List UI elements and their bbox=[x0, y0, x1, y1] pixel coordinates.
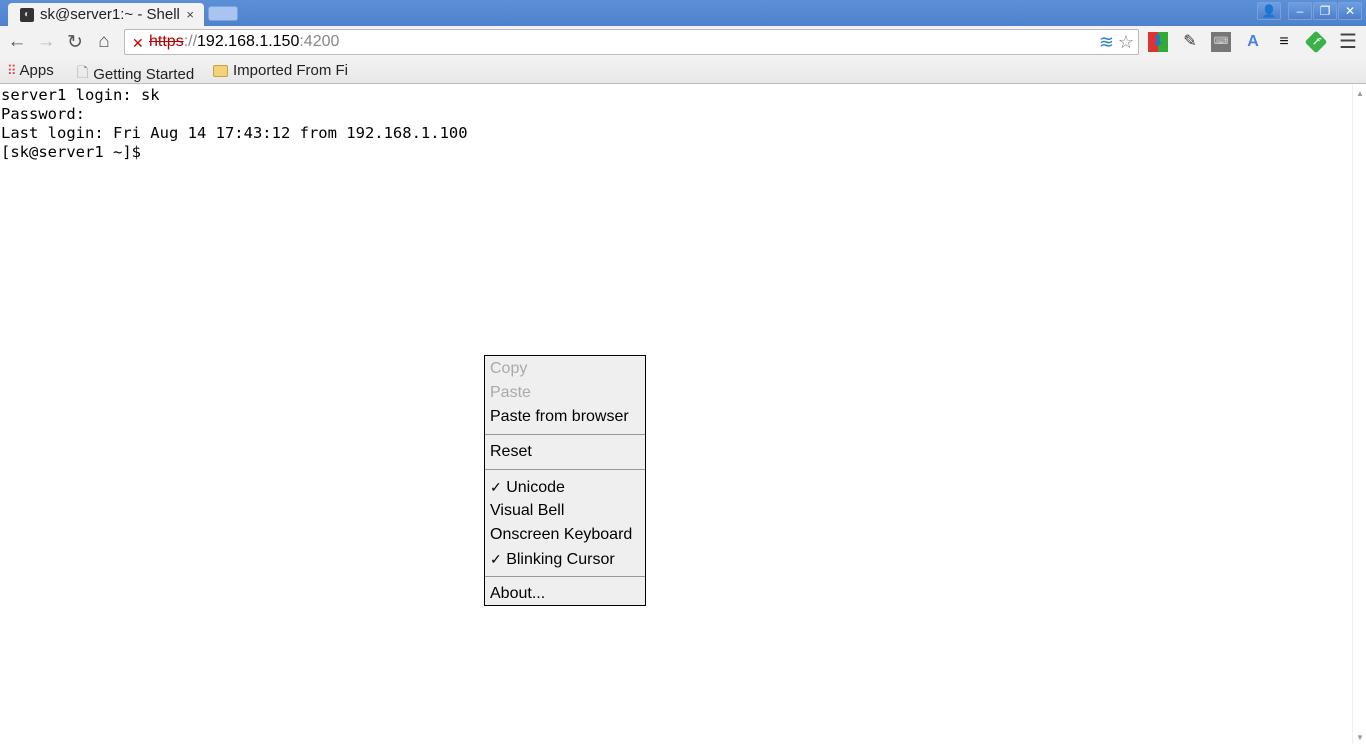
terminal-line: server1 login: sk bbox=[1, 86, 160, 104]
menu-item-visual-bell[interactable]: Visual Bell bbox=[485, 499, 645, 523]
bookmark-label: Imported From Fi bbox=[233, 62, 349, 79]
menu-item-label: Unicode bbox=[506, 479, 565, 496]
keyboard-extension-icon[interactable]: ⌨ bbox=[1211, 32, 1231, 52]
apps-grid-icon: ⠿ bbox=[7, 62, 16, 78]
tab-close-icon[interactable]: × bbox=[186, 7, 194, 22]
minimize-button[interactable]: – bbox=[1288, 2, 1312, 20]
home-button[interactable]: ⌂ bbox=[93, 31, 115, 53]
buffer-layers-icon[interactable]: ≡ bbox=[1274, 32, 1294, 52]
tab-title: sk@server1:~ - Shell bbox=[40, 6, 180, 23]
page-icon: 🗋 bbox=[77, 64, 89, 80]
new-tab-button[interactable] bbox=[208, 6, 238, 21]
terminal-prompt: [sk@server1 ~]$ bbox=[1, 143, 141, 161]
url-separator: :// bbox=[183, 33, 198, 50]
menu-separator bbox=[485, 469, 645, 470]
menu-item-onscreen-keyboard[interactable]: Onscreen Keyboard bbox=[485, 523, 645, 547]
menu-hamburger-icon[interactable]: ☰ bbox=[1338, 32, 1358, 52]
bookmarks-bar: ⠿ Apps 🗋 Getting Started Imported From F… bbox=[0, 58, 1366, 84]
url-scheme: https bbox=[149, 33, 184, 50]
menu-item-label: Blinking Cursor bbox=[506, 551, 615, 568]
scroll-down-icon[interactable]: ▼ bbox=[1356, 733, 1364, 742]
bookmark-label: Getting Started bbox=[93, 65, 195, 83]
checkmark-icon: ✓ bbox=[490, 479, 502, 495]
scroll-up-icon[interactable]: ▲ bbox=[1356, 89, 1364, 98]
terminal-line: Last login: Fri Aug 14 17:43:12 from 192… bbox=[1, 124, 468, 142]
bookmark-imported-folder[interactable]: Imported From Fi bbox=[213, 62, 348, 79]
scrollbar[interactable]: ▲ ▼ bbox=[1352, 85, 1366, 744]
context-menu: Copy Paste Paste from browser Reset ✓ Un… bbox=[484, 355, 646, 606]
download-extension-icon[interactable]: ⬇ bbox=[1148, 32, 1168, 52]
feedly-icon[interactable]: f bbox=[1304, 30, 1328, 54]
address-bar[interactable]: ✕ https://192.168.1.150:4200 ≋ ☆ bbox=[124, 29, 1139, 55]
bookmark-star-icon[interactable]: ☆ bbox=[1118, 30, 1134, 54]
close-window-button[interactable]: ✕ bbox=[1338, 2, 1362, 20]
terminal-output[interactable]: server1 login: sk Password: Last login: Fr… bbox=[1, 86, 468, 162]
menu-separator bbox=[485, 434, 645, 435]
menu-item-paste-from-browser[interactable]: Paste from browser bbox=[485, 405, 645, 429]
bookmark-label: Apps bbox=[19, 62, 54, 79]
forward-button[interactable]: → bbox=[35, 31, 57, 53]
restore-button[interactable]: ❐ bbox=[1313, 2, 1337, 20]
menu-item-blinking-cursor[interactable]: ✓ Blinking Cursor bbox=[485, 547, 645, 571]
menu-item-about[interactable]: About... bbox=[485, 582, 645, 606]
menu-item-paste[interactable]: Paste bbox=[485, 381, 645, 405]
shellinabox-favicon-icon: ◐ bbox=[20, 7, 34, 22]
url-host: 192.168.1.150 bbox=[197, 33, 300, 50]
profile-icon[interactable]: 👤 bbox=[1257, 2, 1281, 20]
lamp-extension-icon[interactable]: ✎ bbox=[1180, 32, 1200, 52]
title-bar: ◐ sk@server1:~ - Shell × 👤 – ❐ ✕ bbox=[0, 0, 1366, 26]
menu-separator bbox=[485, 576, 645, 577]
toolbar: ← → ↻ ⌂ ✕ https://192.168.1.150:4200 ≋ ☆… bbox=[0, 26, 1366, 58]
bookmark-apps[interactable]: ⠿ Apps bbox=[7, 62, 54, 79]
translate-icon[interactable]: A bbox=[1243, 32, 1263, 52]
terminal-line: Password: bbox=[1, 105, 85, 123]
folder-icon bbox=[213, 64, 228, 77]
menu-item-reset[interactable]: Reset bbox=[485, 440, 645, 464]
checkmark-icon: ✓ bbox=[490, 551, 502, 567]
reload-button[interactable]: ↻ bbox=[64, 31, 86, 54]
back-button[interactable]: ← bbox=[6, 31, 28, 53]
menu-item-unicode[interactable]: ✓ Unicode bbox=[485, 475, 645, 499]
insecure-lock-icon: ✕ bbox=[132, 35, 144, 51]
url-port: :4200 bbox=[299, 33, 340, 50]
tab-shell[interactable]: ◐ sk@server1:~ - Shell × bbox=[8, 3, 204, 26]
extension-waves-icon[interactable]: ≋ bbox=[1099, 30, 1114, 54]
bookmark-getting-started[interactable]: 🗋 Getting Started bbox=[77, 62, 194, 86]
menu-item-copy[interactable]: Copy bbox=[485, 357, 645, 381]
